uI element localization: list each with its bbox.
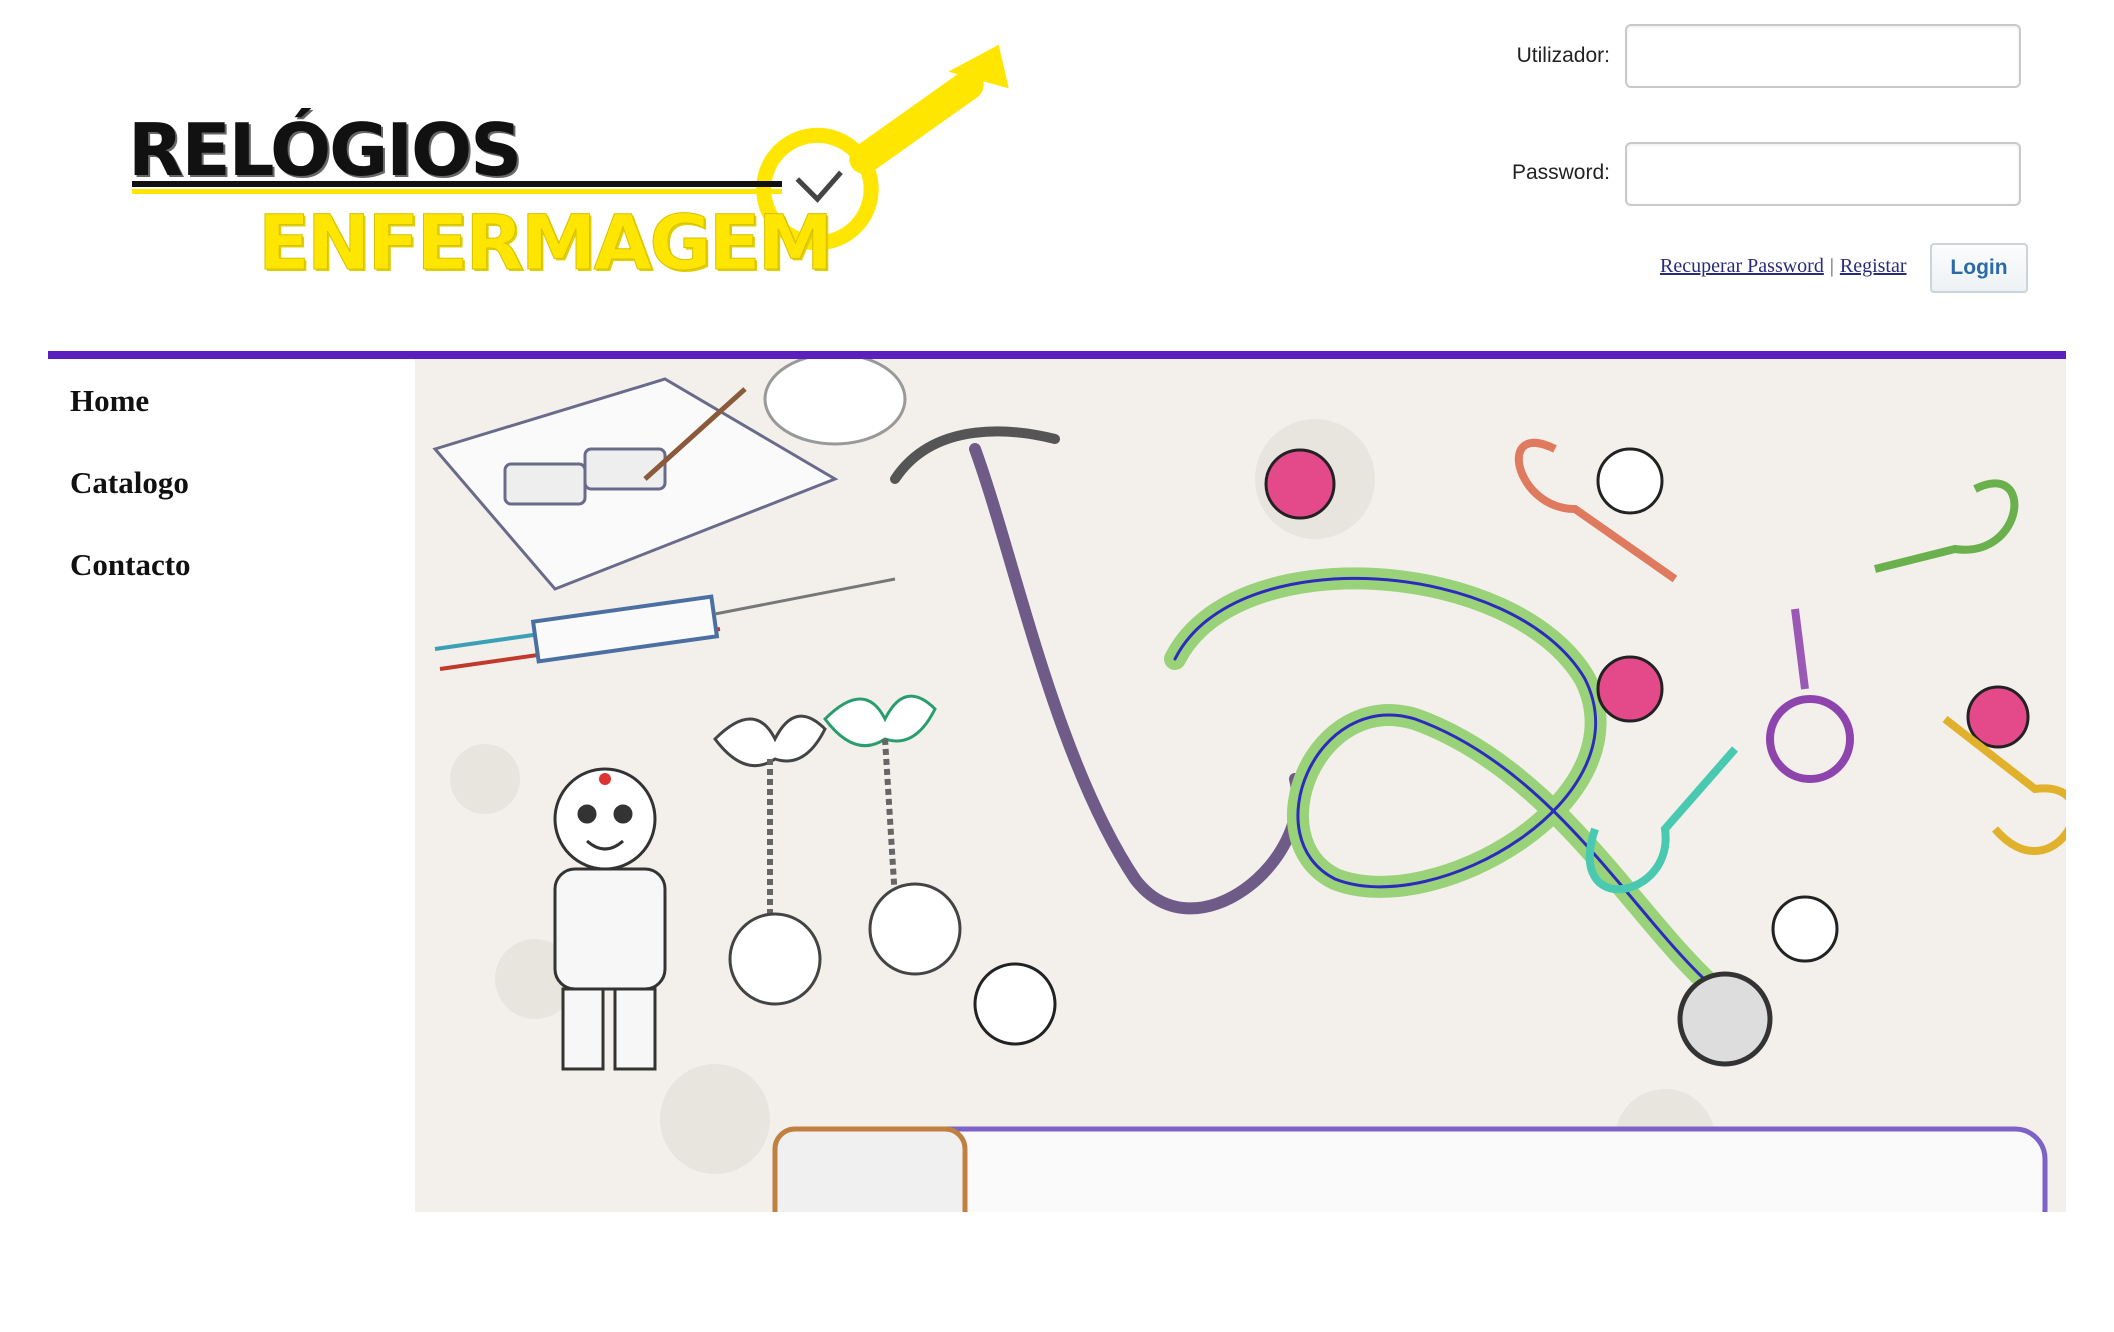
- logo-text-enfermagem: ENFERMAGEM: [257, 198, 833, 288]
- password-label: Password:: [1511, 161, 1610, 184]
- login-button[interactable]: Login: [1930, 243, 2028, 293]
- site-logo[interactable]: RELÓGIOS ENFERMAGEM: [128, 38, 1009, 288]
- nursing-accessories-illustration: [415, 359, 2066, 1212]
- header-divider: [48, 351, 2066, 359]
- account-links: Recuperar Password | Registar: [1660, 255, 1907, 278]
- logo-text-relogios: RELÓGIOS: [128, 108, 522, 192]
- banner-image: [415, 359, 2066, 1212]
- password-input[interactable]: [1625, 142, 2021, 206]
- nav-item-home[interactable]: Home: [70, 380, 191, 462]
- nav-item-contacto[interactable]: Contacto: [70, 544, 191, 626]
- strap-illustration: [772, 1126, 2048, 1212]
- cup-illustration: [763, 359, 907, 446]
- username-input[interactable]: [1625, 24, 2021, 88]
- logo-divider-yellow: [132, 189, 782, 194]
- logo-divider-black: [132, 181, 782, 187]
- register-link[interactable]: Registar: [1840, 255, 1907, 277]
- side-nav: Home Catalogo Contacto: [70, 380, 191, 626]
- username-label: Utilizador:: [1516, 44, 1610, 67]
- recover-password-link[interactable]: Recuperar Password: [1660, 255, 1824, 277]
- nav-item-catalogo[interactable]: Catalogo: [70, 462, 191, 544]
- link-separator: |: [1829, 255, 1834, 277]
